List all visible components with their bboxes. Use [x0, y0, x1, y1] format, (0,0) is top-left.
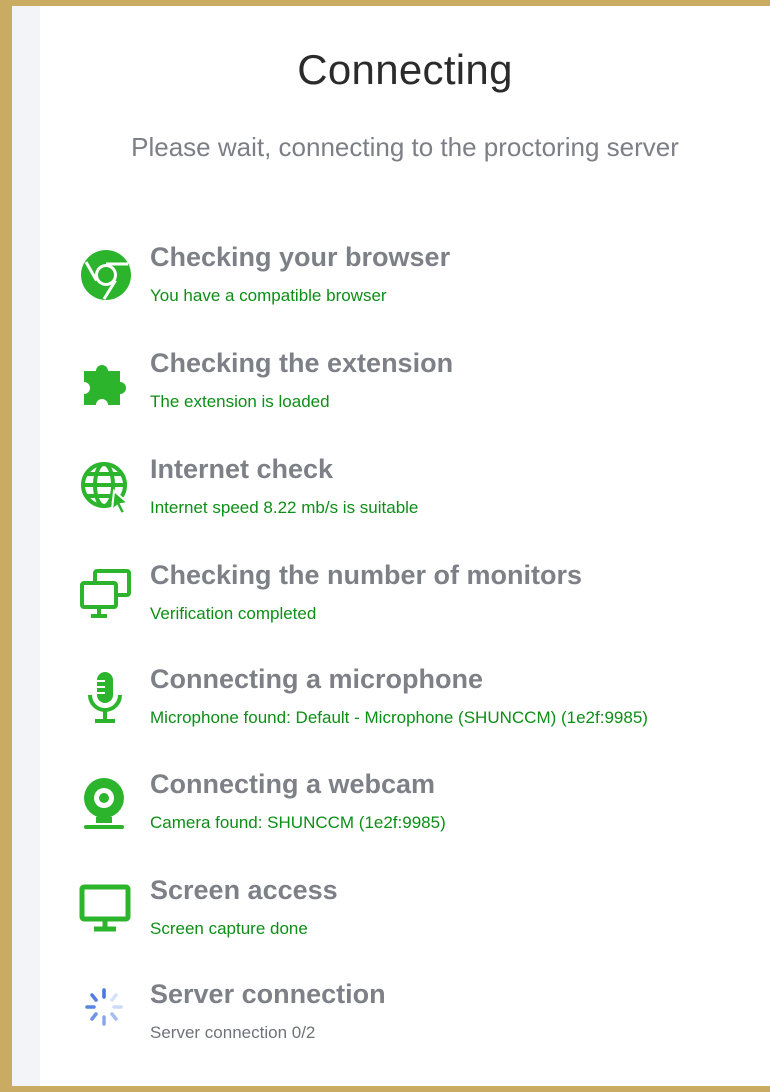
check-status: Camera found: SHUNCCM (1e2f:9985): [150, 813, 446, 832]
page-title: Connecting: [297, 46, 513, 93]
connection-card: Connecting Please wait, connecting to th…: [40, 6, 770, 1086]
spinner-icon: [78, 984, 134, 1040]
check-label: Screen access: [150, 875, 338, 905]
check-status: Screen capture done: [150, 919, 308, 938]
screen-icon: [78, 880, 134, 936]
check-screen: Screen access Screen capture done: [78, 875, 768, 965]
microphone-icon: [78, 669, 134, 725]
check-status: Verification completed: [150, 604, 317, 623]
check-extension: Checking the extension The extension is …: [78, 348, 768, 438]
check-status: Server connection 0/2: [150, 1023, 316, 1042]
chrome-icon: [78, 247, 134, 303]
monitors-icon: [78, 565, 134, 621]
check-browser: Checking your browser You have a compati…: [78, 242, 768, 332]
check-status: Internet speed 8.22 mb/s is suitable: [150, 498, 419, 517]
check-status: The extension is loaded: [150, 392, 330, 411]
check-label: Internet check: [150, 454, 334, 484]
check-monitors: Checking the number of monitors Verifica…: [78, 560, 768, 650]
check-webcam: Connecting a webcam Camera found: SHUNCC…: [78, 769, 768, 859]
check-server: Server connection Server connection 0/2: [78, 979, 768, 1069]
check-microphone: Connecting a microphone Microphone found…: [78, 664, 768, 754]
check-status: You have a compatible browser: [150, 286, 387, 305]
check-label: Checking your browser: [150, 242, 451, 272]
puzzle-icon: [78, 353, 134, 409]
check-label: Server connection: [150, 979, 386, 1009]
check-label: Connecting a microphone: [150, 664, 484, 694]
check-internet: Internet check Internet speed 8.22 mb/s …: [78, 454, 768, 544]
check-label: Checking the number of monitors: [150, 560, 583, 590]
webcam-icon: [78, 774, 134, 830]
check-status: Microphone found: Default - Microphone (…: [150, 708, 648, 727]
page-subtitle: Please wait, connecting to the proctorin…: [131, 132, 679, 162]
globe-icon: [78, 459, 134, 515]
check-label: Connecting a webcam: [150, 769, 436, 799]
check-label: Checking the extension: [150, 348, 454, 378]
